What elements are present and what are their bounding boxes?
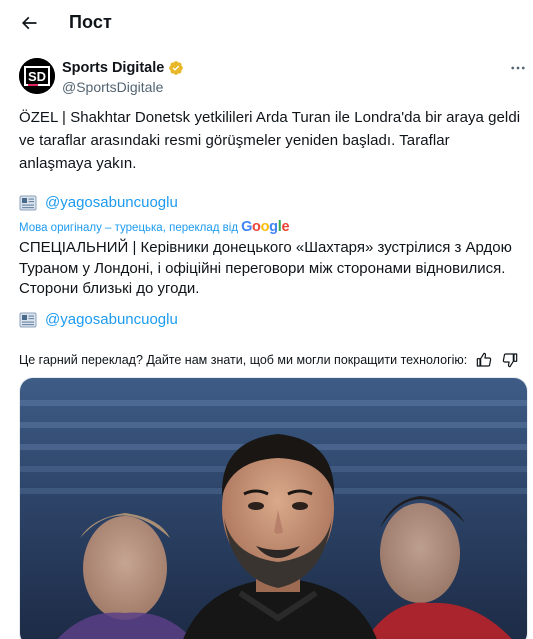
mention-link[interactable]: @yagosabuncuoglu (45, 194, 178, 211)
translated-mention-row: @yagosabuncuoglu (19, 311, 178, 328)
author-name-row: Sports Digitale (62, 60, 184, 76)
google-logo: Google (241, 219, 290, 235)
arrow-left-icon (21, 16, 37, 30)
mention-row: @yagosabuncuoglu (19, 194, 178, 211)
translated-text: СПЕЦІАЛЬНИЙ | Керівники донецького «Шахт… (19, 239, 512, 297)
author-handle[interactable]: @SportsDigitale (62, 79, 163, 95)
tweet-photo[interactable] (19, 377, 528, 639)
feedback-question: Це гарний переклад? Дайте нам знати, щоб… (19, 353, 468, 367)
more-horizontal-icon (511, 66, 525, 70)
author-name[interactable]: Sports Digitale (62, 60, 164, 76)
newspaper-emoji-icon (19, 312, 37, 327)
sports-digitale-logo: SD (19, 58, 55, 94)
thumbs-down-button[interactable] (501, 351, 519, 369)
tweet-text: ÖZEL | Shakhtar Donetsk yetkilileri Arda… (19, 109, 521, 172)
back-button[interactable] (14, 8, 44, 38)
photo-illustration (20, 378, 527, 639)
translated-mention-link[interactable]: @yagosabuncuoglu (45, 311, 178, 328)
svg-text:SD: SD (28, 69, 46, 84)
top-bar: Пост (0, 0, 533, 46)
verified-badge-icon[interactable] (168, 60, 184, 76)
translation-note[interactable]: Мова оригіналу – турецька, переклад від … (19, 219, 290, 235)
page-title: Пост (69, 12, 112, 32)
translation-note-text: Мова оригіналу – турецька, переклад від (19, 222, 239, 234)
avatar[interactable]: SD (19, 58, 55, 94)
newspaper-emoji-icon (19, 195, 37, 210)
more-options-button[interactable] (504, 58, 532, 78)
thumbs-down-icon (503, 353, 518, 368)
thumbs-up-icon (476, 352, 492, 367)
translation-feedback: Це гарний переклад? Дайте нам знати, щоб… (19, 351, 524, 369)
thumbs-up-button[interactable] (475, 351, 493, 369)
